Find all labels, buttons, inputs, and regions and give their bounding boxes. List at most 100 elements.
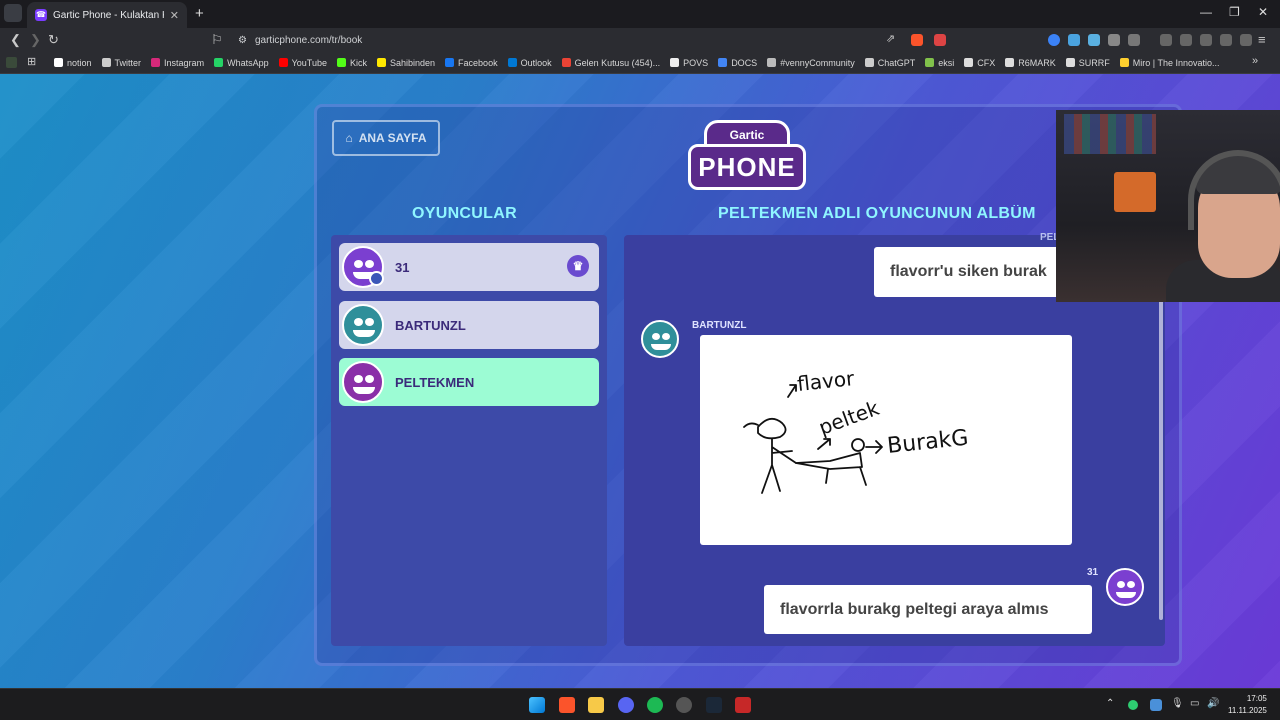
browser-tab[interactable]: ☎ Gartic Phone - Kulaktan Kulağa ✕ <box>27 2 187 28</box>
site-info-icon[interactable]: ⚙ <box>238 35 247 46</box>
bookmark-label: WhatsApp <box>227 57 269 68</box>
bookmark-item[interactable]: #vennyCommunity <box>767 58 855 68</box>
bookmark-item[interactable]: POVS <box>670 58 708 68</box>
player-row[interactable]: 31 ♛ <box>339 243 599 291</box>
bookmark-item[interactable]: WhatsApp <box>214 58 269 68</box>
more-bookmarks-icon[interactable]: » <box>1252 55 1258 67</box>
menu-icon[interactable]: ≡ <box>1258 32 1266 47</box>
bookmark-label: POVS <box>683 57 709 68</box>
back-icon[interactable]: ❮ <box>10 32 21 48</box>
drawing-body <box>761 438 797 494</box>
logo-main-text: PHONE <box>688 144 806 190</box>
clock-date: 11.11.2025 <box>1228 706 1267 715</box>
bookmark-item[interactable]: Outlook <box>507 57 552 68</box>
bookmark-item[interactable]: SURRF <box>1065 58 1110 68</box>
reply-text: flavorrla burakg peltegi araya almıs <box>780 600 1049 618</box>
bookmark-label: DOCS <box>731 57 758 68</box>
obs-icon[interactable] <box>676 697 692 713</box>
vpn-icon[interactable] <box>1240 34 1252 46</box>
start-icon[interactable] <box>529 697 545 713</box>
drawing-circle <box>851 438 865 452</box>
app-icon[interactable] <box>735 697 751 713</box>
bookmark-item[interactable]: Instagram <box>151 58 204 68</box>
bookmark-item[interactable]: ChatGPT <box>864 58 915 68</box>
player-avatar <box>342 361 384 403</box>
bookmark-item[interactable]: eksi <box>925 58 954 68</box>
bookmark-favicon-icon <box>278 58 288 67</box>
reply-author: 31 <box>1087 567 1099 578</box>
reload-icon[interactable]: ↻ <box>48 32 59 48</box>
tab-strip-icon[interactable] <box>4 4 22 22</box>
chat-avatar <box>641 320 679 358</box>
volume-icon[interactable]: 🔊 <box>1207 698 1219 709</box>
player-name: PELTEKMEN <box>395 374 475 390</box>
bookmark-item[interactable]: Twitter <box>101 58 141 68</box>
extensions-puzzle-icon[interactable] <box>1108 34 1120 46</box>
bookmark-item[interactable]: YouTube <box>278 58 327 68</box>
bookmark-item[interactable]: DOCS <box>718 58 757 68</box>
discord-icon[interactable] <box>618 697 634 713</box>
tray-overflow-icon[interactable]: ⌃ <box>1106 698 1114 709</box>
bookmark-item[interactable]: notion <box>54 58 92 68</box>
bookmark-item[interactable]: R6MARK <box>1005 58 1056 68</box>
bookmark-item[interactable]: Miro | The Innovatio... <box>1119 58 1220 68</box>
bookmark-item[interactable]: Facebook <box>445 58 498 68</box>
tray-status-icon[interactable] <box>1128 700 1138 710</box>
players-panel: 31 ♛ BARTUNZL PELTEKMEN <box>331 235 607 646</box>
bookmark-item[interactable]: Gelen Kutusu (454)... <box>561 58 660 68</box>
drawing-label: flavor <box>796 366 856 396</box>
bookmark-favicon-icon <box>214 58 224 67</box>
bookmark-icon[interactable]: ⚐ <box>211 32 223 48</box>
download-icon[interactable] <box>1160 34 1172 46</box>
player-row-selected[interactable]: PELTEKMEN <box>339 358 599 406</box>
new-tab-icon[interactable]: + <box>195 5 204 22</box>
wallet-icon[interactable] <box>1200 34 1212 46</box>
brave-rewards-icon[interactable] <box>934 34 946 46</box>
system-clock[interactable]: 17:05 11.11.2025 <box>1228 693 1267 717</box>
brave-taskbar-icon[interactable] <box>559 697 575 713</box>
bookmark-label: #vennyCommunity <box>780 57 855 68</box>
address-bar[interactable]: ⚙ garticphone.com/tr/book <box>238 32 958 49</box>
spotify-icon[interactable] <box>647 697 663 713</box>
restore-icon[interactable]: ❐ <box>1229 5 1240 19</box>
tab-title: Gartic Phone - Kulaktan Kulağa <box>53 9 164 21</box>
drawing-arrow <box>817 438 831 450</box>
bookmarks-bar: notion Twitter Instagram WhatsApp YouTube Kic… <box>0 52 1280 74</box>
gartic-favicon-icon: ☎ <box>35 9 47 21</box>
bookmark-favicon-icon <box>1065 58 1075 67</box>
leo-ai-icon[interactable] <box>1220 34 1232 46</box>
file-explorer-icon[interactable] <box>588 697 604 713</box>
bookmark-favicon-icon <box>964 58 974 67</box>
bookmark-item[interactable]: Sahibinden <box>377 58 435 68</box>
extension-icon[interactable] <box>1128 34 1140 46</box>
bookmark-label: Outlook <box>520 57 552 68</box>
webcam-overlay <box>1056 110 1280 302</box>
brave-shield-icon[interactable] <box>911 34 923 46</box>
player-row[interactable]: BARTUNZL <box>339 301 599 349</box>
forward-icon[interactable]: ❯ <box>30 32 41 48</box>
sidebar-icon[interactable] <box>1180 34 1192 46</box>
drawing-author: BARTUNZL <box>692 320 747 331</box>
drawing-arrow <box>865 440 883 454</box>
share-icon[interactable]: ⇗ <box>886 32 895 45</box>
bookmark-item[interactable]: CFX <box>964 58 995 68</box>
home-button[interactable]: ⌂ ANA SAYFA <box>332 120 440 156</box>
player-name: 31 <box>395 259 410 275</box>
close-window-icon[interactable]: ✕ <box>1258 5 1268 19</box>
network-icon[interactable]: ▭ <box>1190 698 1199 709</box>
bookmark-label: Kick <box>349 57 367 68</box>
bookmark-favicon-icon <box>54 58 63 67</box>
microphone-icon[interactable]: 🎙 <box>1171 698 1184 709</box>
close-tab-icon[interactable]: ✕ <box>170 9 179 22</box>
tray-steam-icon[interactable] <box>1150 699 1162 711</box>
steam-icon[interactable] <box>706 697 722 713</box>
windows-taskbar: ⌃ 🎙 ▭ 🔊 17:05 11.11.2025 <box>0 688 1280 720</box>
bookmark-item[interactable]: Kick <box>336 57 367 68</box>
apps-grid-icon[interactable]: ⊞ <box>27 55 36 68</box>
sidebar-toggle-icon[interactable] <box>6 57 17 68</box>
extension-icon[interactable] <box>1048 34 1060 46</box>
message-bubble: flavorr'u siken burak <box>874 247 1084 297</box>
extension-icon[interactable] <box>1068 34 1080 46</box>
minimize-icon[interactable]: — <box>1200 5 1212 19</box>
extension-icon[interactable] <box>1088 34 1100 46</box>
